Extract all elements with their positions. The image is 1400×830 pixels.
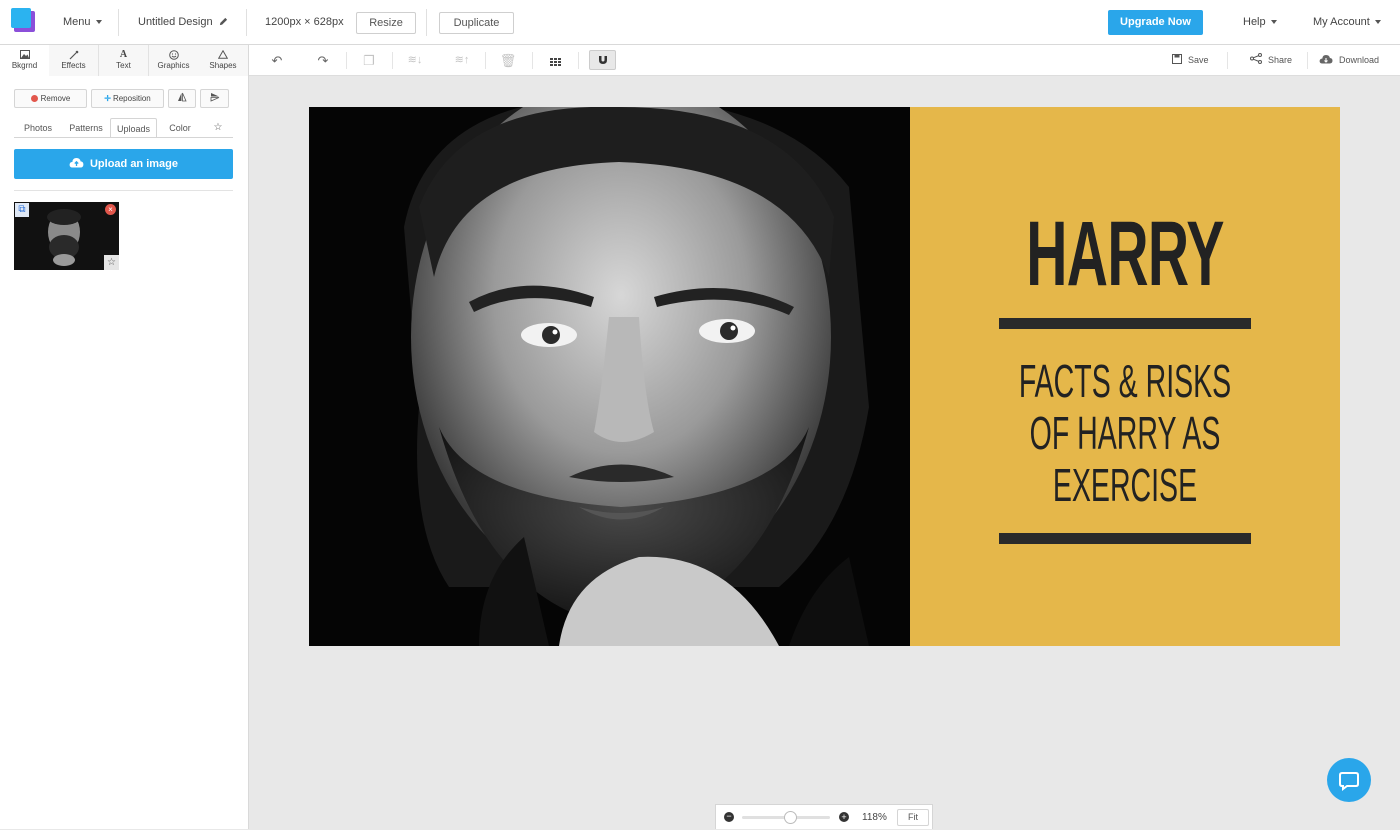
zoom-slider[interactable] bbox=[742, 811, 830, 824]
background-photo[interactable] bbox=[309, 107, 910, 646]
tab-effects[interactable]: Effects bbox=[49, 45, 99, 76]
flip-vertical-icon bbox=[210, 93, 219, 102]
panel-tabs: Bkgrnd Effects A Text Graphics Shapes bbox=[0, 45, 248, 76]
divider-line-top[interactable] bbox=[999, 318, 1251, 329]
redo-icon[interactable]: ↷ bbox=[313, 45, 333, 76]
tab-label: Effects bbox=[61, 61, 86, 70]
download-button[interactable]: Download bbox=[1319, 45, 1379, 76]
top-bar: Menu Untitled Design 1200px × 628px Resi… bbox=[0, 0, 1400, 45]
remove-label: Remove bbox=[40, 94, 71, 103]
uploaded-image-thumbnail[interactable]: ⧉ × ☆ bbox=[14, 202, 119, 270]
tab-label: Bkgrnd bbox=[11, 61, 38, 70]
subtab-favorites[interactable]: ☆ bbox=[208, 118, 228, 138]
chat-support-button[interactable] bbox=[1327, 758, 1371, 802]
save-button[interactable]: Save bbox=[1172, 45, 1209, 76]
tab-label: Shapes bbox=[209, 61, 237, 70]
copy-icon[interactable]: ❐ bbox=[359, 45, 379, 76]
help-dropdown[interactable]: Help bbox=[1243, 0, 1277, 45]
upgrade-now-button[interactable]: Upgrade Now bbox=[1108, 10, 1203, 35]
flip-horizontal-icon bbox=[178, 92, 187, 102]
headline-text[interactable]: HARRY bbox=[992, 204, 1259, 304]
trash-icon[interactable]: 🗑 bbox=[498, 45, 518, 76]
tab-bkgrnd[interactable]: Bkgrnd bbox=[0, 45, 50, 76]
left-panel: Bkgrnd Effects A Text Graphics Shapes Re… bbox=[0, 45, 249, 829]
upload-image-button[interactable]: Upload an image bbox=[14, 149, 233, 179]
fit-button[interactable]: Fit bbox=[897, 809, 929, 826]
triangle-icon bbox=[198, 49, 248, 60]
subtitle-line: EXERCISE bbox=[1052, 459, 1198, 511]
grid-icon[interactable] bbox=[545, 45, 565, 76]
resize-button[interactable]: Resize bbox=[356, 12, 416, 34]
chevron-down-icon bbox=[1270, 20, 1277, 25]
magic-wand-icon bbox=[49, 50, 98, 60]
subtab-uploads[interactable]: Uploads bbox=[110, 118, 157, 138]
smiley-icon bbox=[149, 50, 198, 60]
tab-text[interactable]: A Text bbox=[99, 45, 149, 76]
bring-forward-icon[interactable]: ≋↑ bbox=[449, 45, 475, 76]
tab-label: Text bbox=[116, 61, 131, 70]
upload-label: Upload an image bbox=[89, 158, 179, 170]
image-icon bbox=[0, 50, 49, 60]
cloud-upload-icon bbox=[69, 158, 84, 168]
cloud-download-icon bbox=[1319, 55, 1333, 64]
help-label: Help bbox=[1243, 16, 1266, 28]
text-icon: A bbox=[119, 49, 128, 60]
share-button[interactable]: Share bbox=[1250, 45, 1292, 76]
design-title[interactable]: Untitled Design bbox=[138, 0, 228, 45]
portrait-photo bbox=[309, 107, 910, 646]
reposition-button[interactable]: ✛ Reposition bbox=[91, 89, 164, 108]
chat-bubble-icon bbox=[1339, 772, 1359, 791]
divider-line-bottom[interactable] bbox=[999, 533, 1251, 544]
delete-icon[interactable]: × bbox=[105, 204, 116, 215]
remove-icon bbox=[30, 95, 38, 102]
design-canvas[interactable]: HARRY FACTS & RISKS OF HARRY AS EXERCISE bbox=[309, 107, 1340, 646]
subtitle-line: FACTS & RISKS bbox=[1018, 355, 1232, 407]
zoom-slider-handle[interactable] bbox=[783, 811, 797, 824]
download-label: Download bbox=[1339, 55, 1380, 65]
chevron-down-icon bbox=[1374, 20, 1381, 25]
reposition-label: Reposition bbox=[112, 94, 151, 103]
subtab-color[interactable]: Color bbox=[160, 118, 200, 138]
undo-icon[interactable]: ↶ bbox=[267, 45, 287, 76]
flip-vertical-button[interactable] bbox=[200, 89, 229, 108]
share-icon bbox=[1250, 53, 1262, 64]
duplicate-button[interactable]: Duplicate bbox=[439, 12, 514, 34]
save-icon bbox=[1172, 54, 1182, 64]
star-icon: ☆ bbox=[213, 122, 223, 133]
subtab-patterns[interactable]: Patterns bbox=[62, 118, 110, 138]
zoom-in-icon[interactable]: + bbox=[839, 812, 849, 822]
my-account-dropdown[interactable]: My Account bbox=[1313, 0, 1381, 45]
tab-shapes[interactable]: Shapes bbox=[198, 45, 248, 76]
editor-toolbar: ↶ ↷ ❐ ≋↓ ≋↑ 🗑 Save Share Download bbox=[249, 45, 1400, 76]
subtitle-text[interactable]: FACTS & RISKS OF HARRY AS EXERCISE bbox=[992, 355, 1259, 511]
share-label: Share bbox=[1268, 55, 1293, 65]
save-label: Save bbox=[1188, 55, 1209, 65]
subtab-photos[interactable]: Photos bbox=[18, 118, 58, 138]
pencil-icon bbox=[219, 17, 227, 26]
flip-horizontal-button[interactable] bbox=[168, 89, 196, 108]
tab-label: Graphics bbox=[157, 61, 190, 70]
zoom-out-icon[interactable]: − bbox=[724, 812, 734, 822]
subtitle-line: OF HARRY AS bbox=[1029, 407, 1221, 459]
zoom-level: 118% bbox=[862, 812, 887, 823]
send-backward-icon[interactable]: ≋↓ bbox=[402, 45, 428, 76]
account-label: My Account bbox=[1313, 16, 1370, 28]
snap-magnet-icon[interactable] bbox=[589, 50, 616, 70]
canvas-dimensions: 1200px × 628px bbox=[265, 16, 344, 28]
app-logo[interactable] bbox=[11, 8, 35, 32]
chevron-down-icon bbox=[95, 20, 102, 25]
text-panel[interactable]: HARRY FACTS & RISKS OF HARRY AS EXERCISE bbox=[910, 107, 1340, 646]
remove-background-button[interactable]: Remove bbox=[14, 89, 87, 108]
move-icon: ✛ bbox=[104, 94, 111, 103]
menu-dropdown[interactable]: Menu bbox=[63, 0, 102, 45]
crop-icon[interactable]: ⧉ bbox=[15, 203, 29, 217]
menu-label: Menu bbox=[63, 16, 91, 28]
design-title-text: Untitled Design bbox=[138, 16, 213, 28]
favorite-star-icon[interactable]: ☆ bbox=[104, 255, 119, 270]
tab-graphics[interactable]: Graphics bbox=[149, 45, 199, 76]
zoom-controls: − + 118% Fit bbox=[715, 804, 933, 829]
